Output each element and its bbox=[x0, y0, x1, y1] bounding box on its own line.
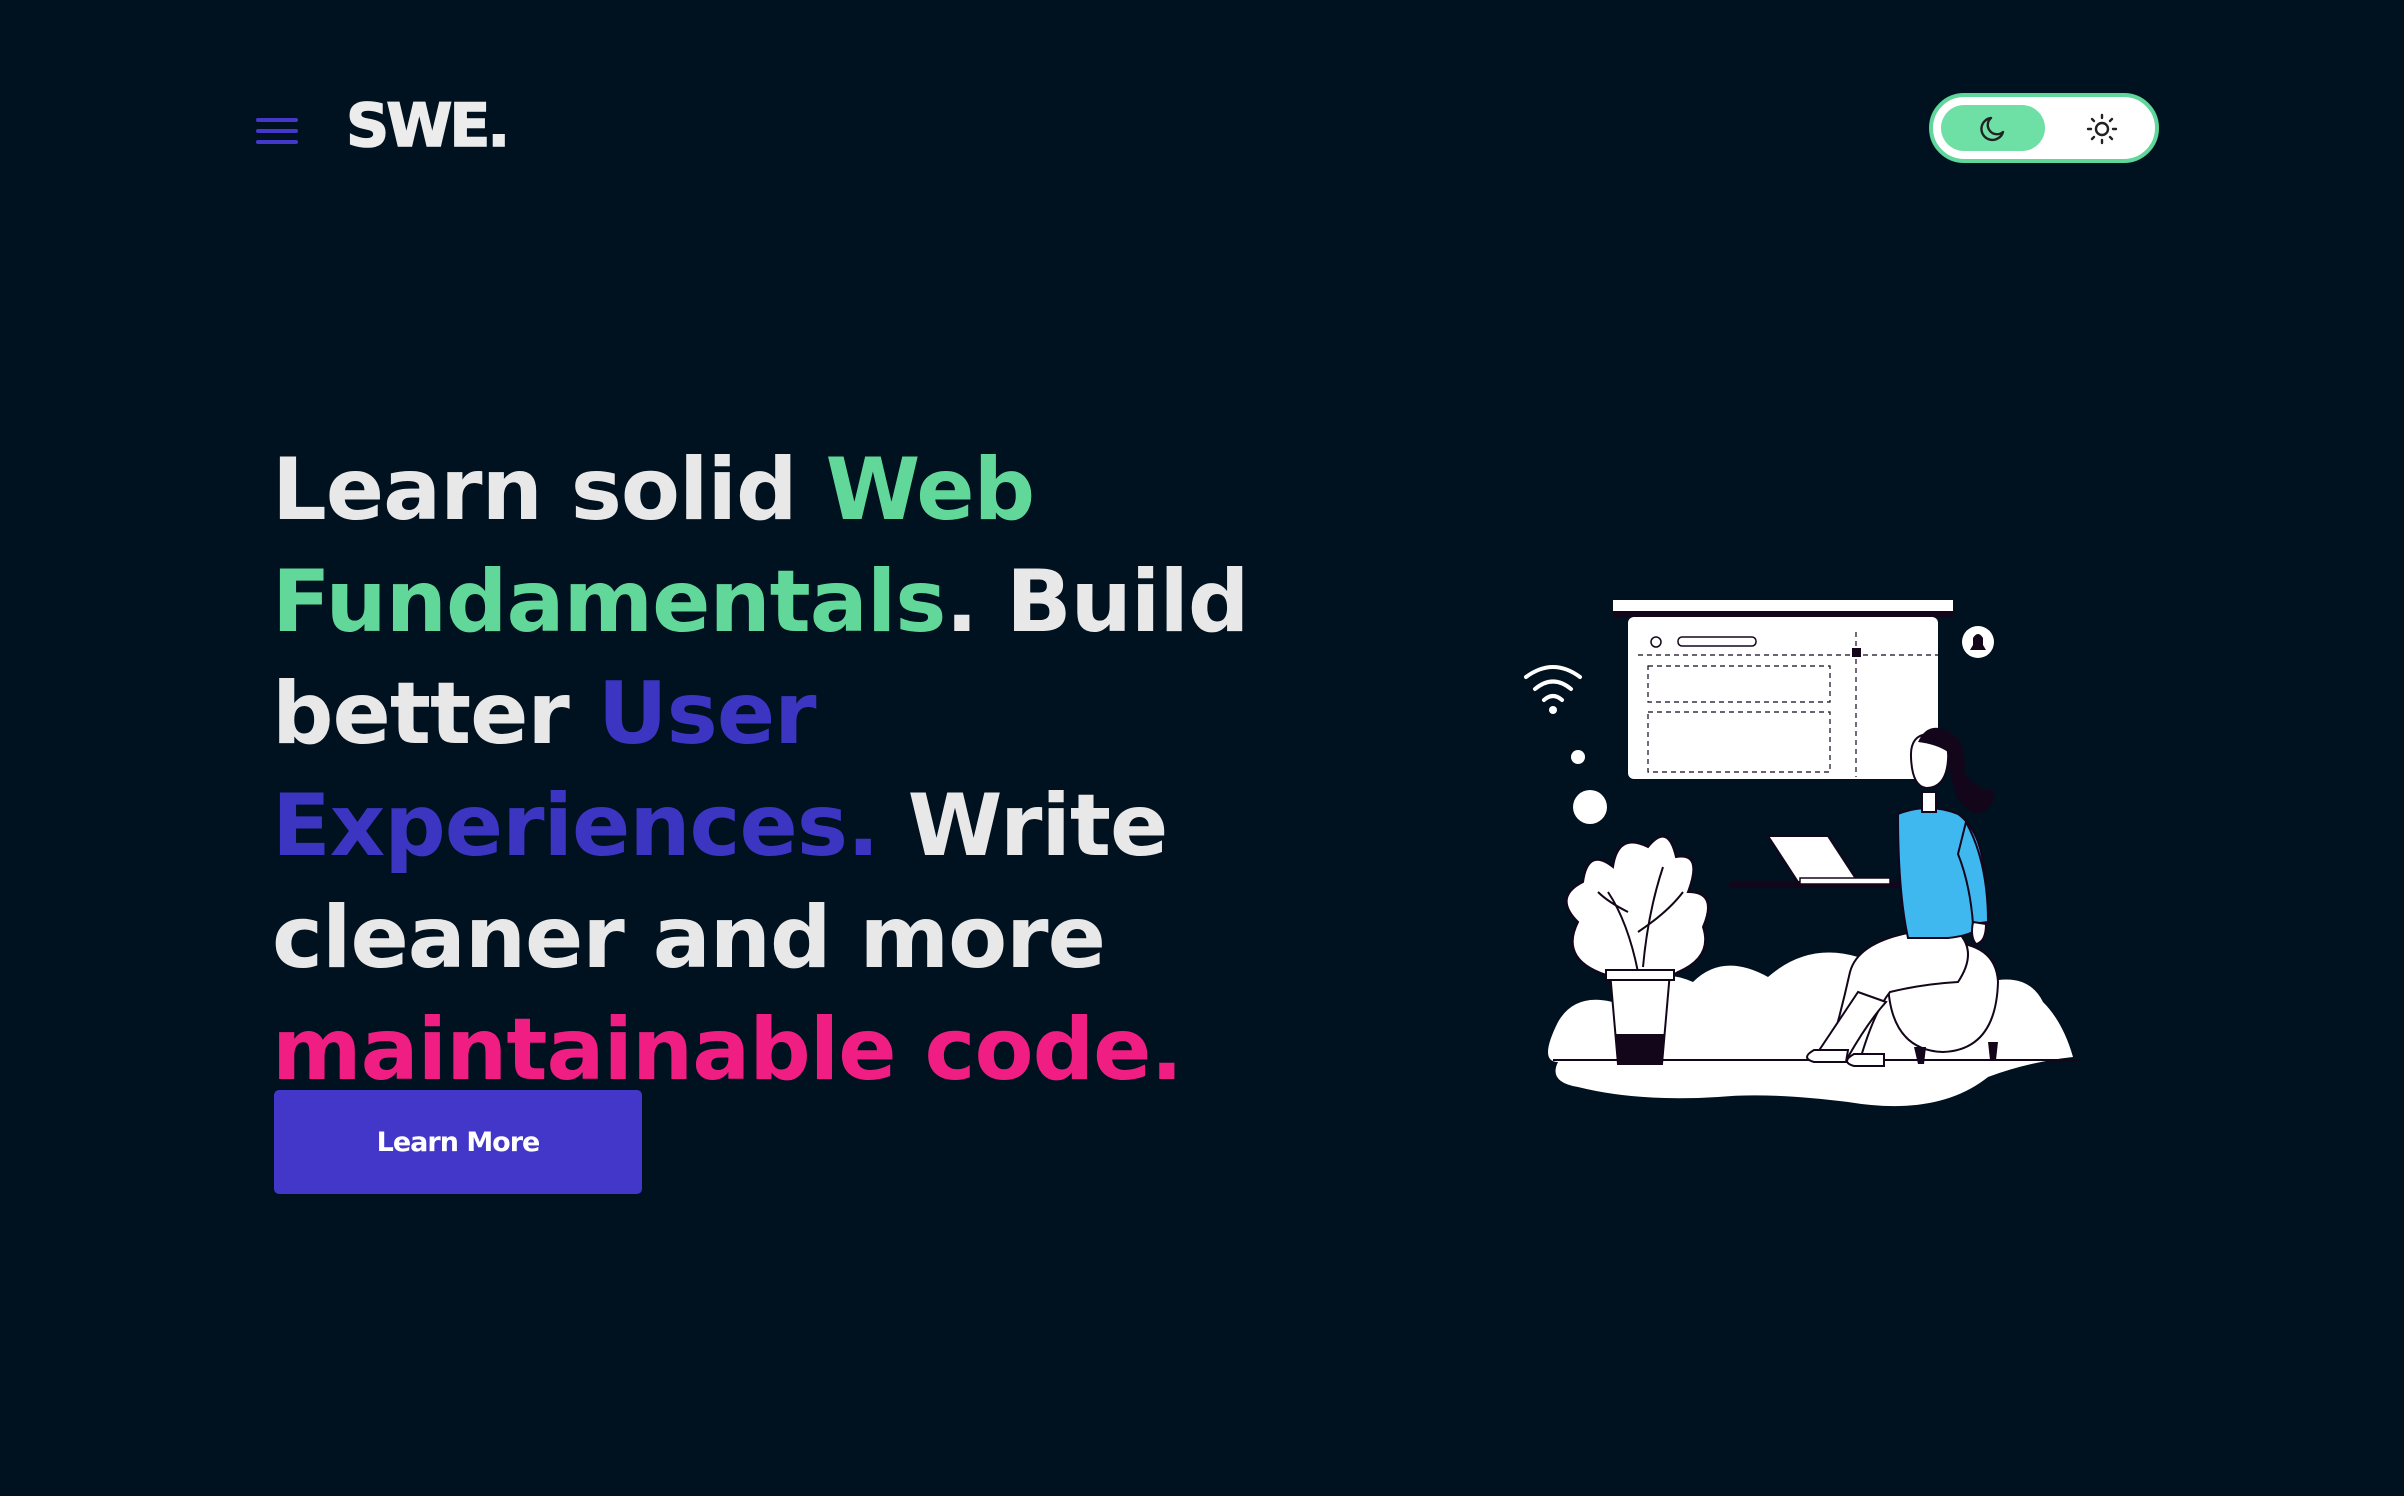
learn-more-button[interactable]: Learn More bbox=[274, 1090, 642, 1194]
moon-icon[interactable] bbox=[1978, 115, 2006, 143]
hero-headline: Learn solid Web Fundamentals. Build bett… bbox=[272, 434, 1432, 1106]
logo[interactable]: SWE. bbox=[345, 95, 511, 157]
theme-toggle[interactable] bbox=[1929, 93, 2159, 163]
woman-with-laptop-illustration bbox=[1524, 600, 2078, 1107]
hamburger-menu-icon[interactable] bbox=[256, 116, 300, 146]
headline-highlight-pink: maintainable code. bbox=[272, 1000, 1183, 1100]
sun-icon[interactable] bbox=[2086, 113, 2118, 145]
headline-text: Learn solid bbox=[272, 440, 826, 540]
